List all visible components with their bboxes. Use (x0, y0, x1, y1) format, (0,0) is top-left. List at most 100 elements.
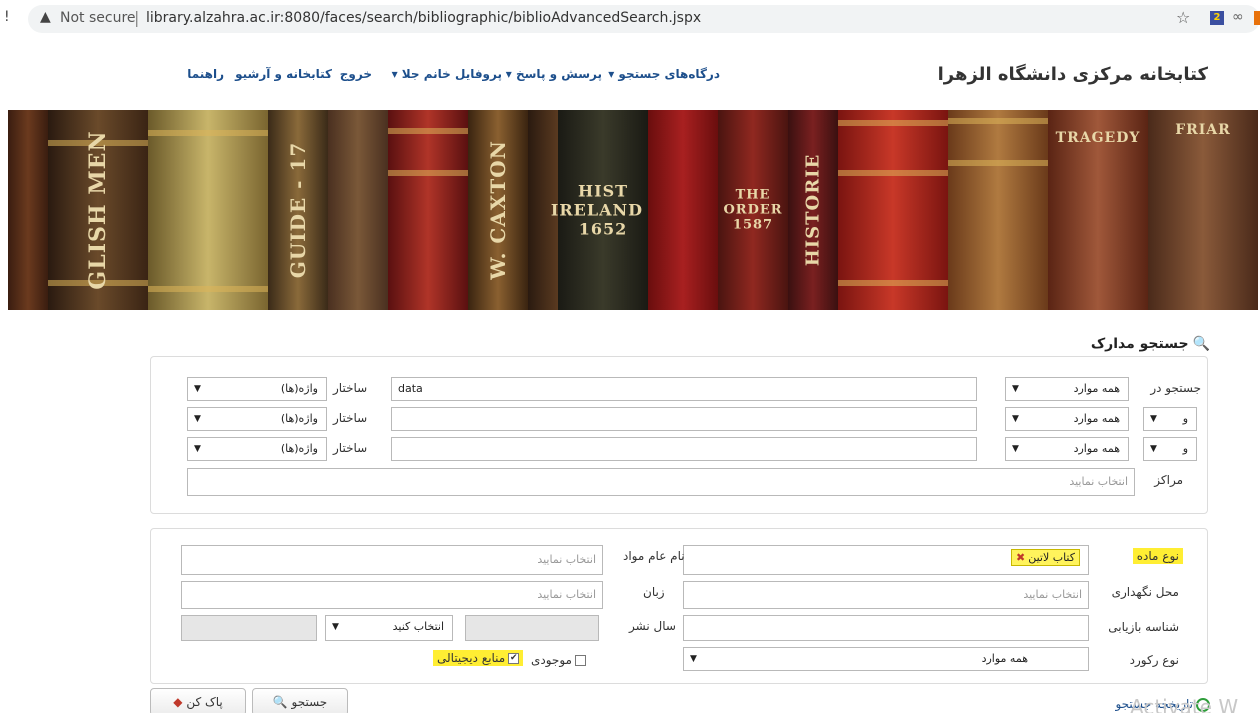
record-type-select[interactable]: همه موارد ▼ (683, 647, 1089, 671)
general-material-input[interactable]: انتخاب نمایید (181, 545, 603, 575)
dropdown-arrow-icon: ▼ (194, 384, 201, 394)
book-spine: GLISH MEN (48, 110, 148, 310)
spine-title: THE ORDER 1587 (723, 187, 783, 233)
structure-label-1: ساختار (333, 381, 368, 395)
bookmark-star-icon[interactable]: ☆ (1176, 8, 1190, 27)
pub-year-to-input[interactable] (181, 615, 317, 641)
structure-select-2[interactable]: واژه(ها) ▼ (187, 407, 327, 431)
nav-qa[interactable]: پرسش و پاسخ ▾ (506, 67, 602, 81)
filters-panel: نوع ماده کتاب لاتین✖ نام عام مواد انتخاب… (150, 528, 1208, 684)
record-type-label: نوع رکورد (1129, 653, 1179, 667)
address-left-mark: ! (4, 9, 10, 25)
book-spine: FRIAR (1148, 110, 1258, 310)
book-spine: TRAGEDY (1048, 110, 1148, 310)
book-spine (388, 110, 468, 310)
book-spine (838, 110, 948, 310)
browser-address-bar: ! ▲ Not secure | library.alzahra.ac.ir:8… (0, 0, 1260, 40)
security-label[interactable]: Not secure (60, 10, 136, 26)
spine-title: W. CAXTON (486, 140, 510, 280)
material-type-chip[interactable]: کتاب لاتین✖ (1010, 549, 1080, 566)
spine-title: FRIAR (1175, 122, 1231, 138)
spine-title: HISTORIE (802, 153, 824, 267)
spine-title: TRAGEDY (1055, 130, 1141, 146)
query-input-2[interactable] (391, 407, 977, 431)
dropdown-arrow-icon: ▼ (1012, 444, 1019, 454)
nav-library-archive[interactable]: کتابخانه و آرشیو (235, 67, 332, 81)
search-panel: جستجو در همه موارد ▼ data ساختار واژه(ها)… (150, 356, 1208, 514)
field-select-2[interactable]: همه موارد ▼ (1005, 407, 1129, 431)
dropdown-arrow-icon: ▼ (1012, 414, 1019, 424)
digital-check-icon[interactable]: ✔ (508, 653, 520, 664)
book-spine (148, 110, 268, 310)
warning-icon[interactable]: ▲ (40, 9, 51, 25)
conj-select-2[interactable]: و ▼ (1143, 407, 1197, 431)
location-label: محل نگهداری (1111, 585, 1179, 599)
extension-icon[interactable]: 2 (1210, 11, 1224, 25)
spine-title: HIST IRELAND 1652 (550, 181, 643, 239)
dropdown-arrow-icon: ▼ (1150, 414, 1157, 424)
digital-checkbox[interactable]: ✔منابع دیجیتالی (433, 650, 524, 666)
structure-label-2: ساختار (333, 411, 368, 425)
search-icon: 🔍 (1192, 336, 1210, 352)
address-divider: | (134, 8, 140, 27)
book-spine: W. CAXTON (468, 110, 528, 310)
search-in-label: جستجو در (1150, 381, 1201, 395)
search-button[interactable]: جستجو 🔍 (252, 688, 348, 713)
structure-label-3: ساختار (333, 441, 368, 455)
books-banner: GLISH MEN GUIDE - 17 W. CAXTON HIST IREL… (8, 110, 1258, 310)
pub-year-label: سال نشر (629, 619, 676, 633)
book-spine: HIST IRELAND 1652 (550, 110, 648, 310)
pub-year-input[interactable] (465, 615, 599, 641)
retrieval-id-input[interactable] (683, 615, 1089, 641)
language-label: زبان (643, 585, 665, 599)
site-title[interactable]: کتابخانه مرکزی دانشگاه الزهرا (938, 64, 1208, 85)
query-input-3[interactable] (391, 437, 977, 461)
dropdown-arrow-icon: ▼ (690, 654, 697, 664)
structure-select-3[interactable]: واژه(ها) ▼ (187, 437, 327, 461)
pub-year-select[interactable]: انتخاب کنید ▼ (325, 615, 453, 641)
structure-select-1[interactable]: واژه(ها) ▼ (187, 377, 327, 401)
material-type-input[interactable]: کتاب لاتین✖ (683, 545, 1089, 575)
top-nav: درگاه‌های جستجو ▾ پرسش و پاسخ ▾ پروفایل … (160, 67, 720, 87)
search-icon: 🔍 (272, 695, 288, 709)
book-spine (328, 110, 388, 310)
section-title: 🔍جستجو مدارک (1090, 336, 1210, 352)
field-select-3[interactable]: همه موارد ▼ (1005, 437, 1129, 461)
eraser-icon: ◆ (173, 695, 183, 709)
retrieval-id-label: شناسه بازیابی (1108, 620, 1179, 634)
book-spine: GUIDE - 17 (268, 110, 328, 310)
clear-button[interactable]: پاک کن ◆ (150, 688, 246, 713)
centers-input[interactable]: انتخاب نمایید (187, 468, 1135, 496)
extension-orange-icon[interactable] (1254, 11, 1260, 25)
book-spine: HISTORIE (788, 110, 838, 310)
dropdown-arrow-icon: ▼ (194, 414, 201, 424)
url-text[interactable]: library.alzahra.ac.ir:8080/faces/search/… (146, 10, 701, 26)
dropdown-arrow-icon: ▼ (1012, 384, 1019, 394)
dropdown-arrow-icon: ▼ (1150, 444, 1157, 454)
query-input-1[interactable]: data (391, 377, 977, 401)
book-spine (948, 110, 1048, 310)
nav-profile[interactable]: پروفایل خانم جلا ▾ (392, 67, 502, 81)
book-spine (8, 110, 48, 310)
location-input[interactable]: انتخاب نمایید (683, 581, 1089, 609)
available-checkbox[interactable]: موجودی (531, 653, 586, 667)
conj-select-3[interactable]: و ▼ (1143, 437, 1197, 461)
dropdown-arrow-icon: ▼ (332, 622, 339, 632)
general-material-label: نام عام مواد (623, 549, 685, 563)
dropdown-arrow-icon: ▼ (194, 444, 201, 454)
language-input[interactable]: انتخاب نمایید (181, 581, 603, 609)
book-spine (648, 110, 718, 310)
nav-search-portals[interactable]: درگاه‌های جستجو ▾ (608, 67, 720, 81)
field-select-1[interactable]: همه موارد ▼ (1005, 377, 1129, 401)
nav-logout[interactable]: خروج (340, 67, 372, 81)
spine-title: GUIDE - 17 (286, 141, 310, 279)
centers-label: مراکز (1154, 473, 1183, 487)
available-check-box[interactable] (574, 655, 586, 666)
remove-icon: ✖ (1015, 551, 1026, 564)
material-type-label: نوع ماده (1132, 548, 1183, 564)
extension-link-icon[interactable]: ∞ (1232, 9, 1244, 25)
spine-title: GLISH MEN (85, 130, 111, 290)
activation-watermark: Activate W (1130, 695, 1239, 713)
book-spine: THE ORDER 1587 (718, 110, 788, 310)
nav-help[interactable]: راهنما (187, 67, 224, 81)
